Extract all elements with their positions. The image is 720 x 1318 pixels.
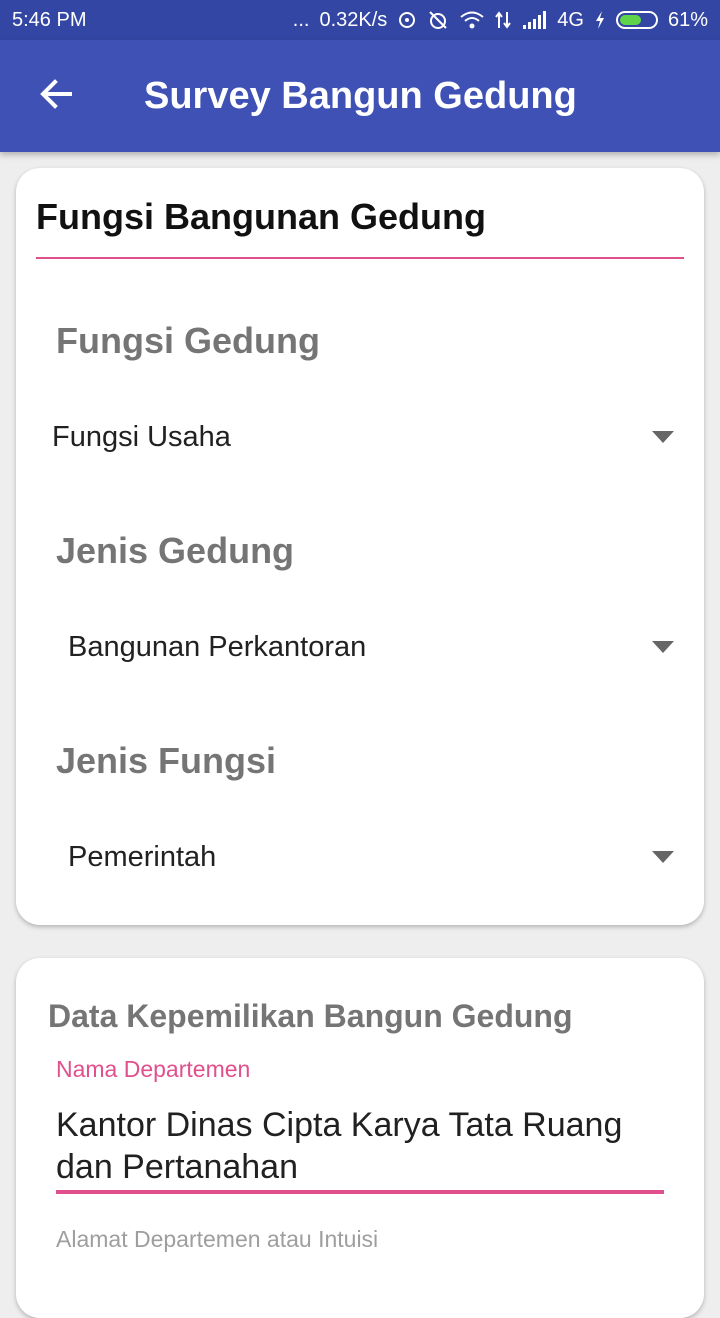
status-bar: 5:46 PM ... 0.32K/s 4G 61% (0, 0, 720, 40)
battery-icon (615, 11, 658, 29)
alamat-departemen-input[interactable]: Alamat Departemen atau Intuisi (56, 1226, 378, 1253)
status-time: 5:46 PM (12, 8, 87, 31)
jenis-fungsi-spinner[interactable]: Pemerintah (68, 829, 684, 885)
wifi-icon (459, 10, 485, 30)
network-type: 4G (557, 8, 584, 31)
fungsi-gedung-value: Fungsi Usaha (52, 420, 231, 453)
fungsi-gedung-spinner[interactable]: Fungsi Usaha (52, 409, 684, 465)
back-button[interactable] (26, 66, 86, 126)
signal-icon (521, 10, 547, 30)
card-data-kepemilikan: Data Kepemilikan Bangun Gedung Nama Depa… (16, 958, 704, 1318)
hotspot-icon (397, 10, 417, 30)
fungsi-gedung-label: Fungsi Gedung (56, 320, 320, 361)
jenis-fungsi-value: Pemerintah (68, 840, 217, 873)
status-dots: ... (292, 8, 310, 31)
dropdown-arrow-icon (652, 641, 674, 653)
app-bar: Survey Bangun Gedung (0, 40, 720, 152)
card-fungsi-title: Fungsi Bangunan Gedung (36, 196, 486, 237)
status-icons: ... 0.32K/s 4G 61% (293, 9, 720, 32)
card-kepemilikan-title: Data Kepemilikan Bangun Gedung (48, 998, 573, 1034)
nama-departemen-label: Nama Departemen (56, 1056, 251, 1082)
app-title: Survey Bangun Gedung (144, 74, 577, 117)
jenis-gedung-value: Bangunan Perkantoran (68, 630, 367, 663)
title-divider (36, 257, 684, 259)
status-speed: 0.32K/s (319, 8, 388, 31)
nama-departemen-input[interactable]: Kantor Dinas Cipta Karya Tata Ruang dan … (56, 1104, 656, 1188)
jenis-fungsi-label: Jenis Fungsi (56, 740, 277, 781)
battery-percent: 61% (667, 8, 708, 31)
jenis-gedung-label: Jenis Gedung (56, 530, 295, 571)
data-transfer-icon (495, 10, 512, 30)
dropdown-arrow-icon (652, 431, 674, 443)
alarm-off-icon (427, 9, 449, 31)
dropdown-arrow-icon (652, 851, 674, 863)
charging-icon (594, 10, 606, 30)
card-fungsi-bangunan: Fungsi Bangunan Gedung Fungsi Gedung Fun… (16, 168, 704, 925)
jenis-gedung-spinner[interactable]: Bangunan Perkantoran (68, 619, 684, 675)
arrow-back-icon (38, 76, 74, 117)
nama-departemen-underline (56, 1190, 664, 1194)
